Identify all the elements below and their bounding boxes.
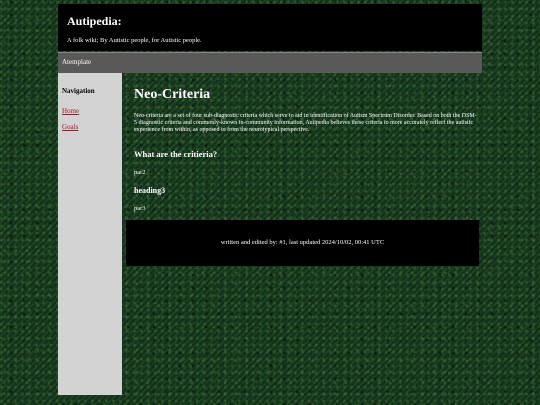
section-heading-3: heading3 xyxy=(134,186,166,195)
intro-paragraph: Neo-criteria are a set of four sub-diagn… xyxy=(134,113,477,133)
nav-link-atemplate[interactable]: Atemplate xyxy=(62,58,91,66)
main-content: Neo-Criteria Neo-criteria are a set of f… xyxy=(124,73,480,395)
page-footer: written and edited by: #1, last updated … xyxy=(126,220,479,266)
sidebar: Navigation Home Goals xyxy=(58,73,122,395)
top-nav-bar: Atemplate xyxy=(58,52,482,73)
paragraph-3: par3 xyxy=(134,205,146,212)
footer-text: written and edited by: #1, last updated … xyxy=(220,239,385,246)
section-heading-criteria: What are the critieria? xyxy=(134,149,218,159)
sidebar-title: Navigation xyxy=(62,87,95,95)
site-tagline: A folk wiki; By Autistic people, for Aut… xyxy=(67,37,202,44)
site-header: Autipedia: A folk wiki; By Autistic peop… xyxy=(58,4,482,51)
page-frame: Autipedia: A folk wiki; By Autistic peop… xyxy=(58,4,482,395)
sidebar-item-goals[interactable]: Goals xyxy=(62,123,78,131)
page-title: Neo-Criteria xyxy=(134,87,211,102)
paragraph-2: par2 xyxy=(134,169,146,176)
sidebar-item-home[interactable]: Home xyxy=(62,107,79,115)
site-title: Autipedia: xyxy=(67,14,122,28)
